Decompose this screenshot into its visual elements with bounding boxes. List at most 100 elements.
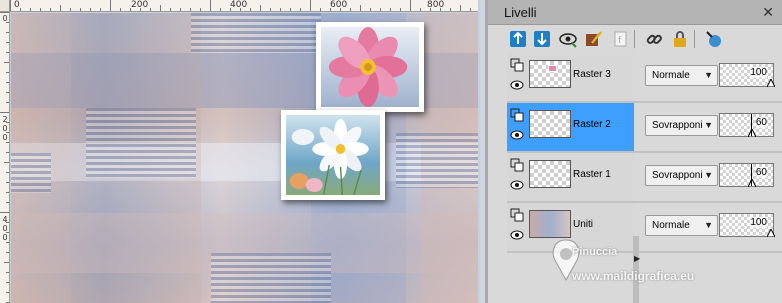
opacity-slider[interactable]: 100 [719,213,775,237]
ruler-tick [6,232,9,233]
ruler-tick [4,162,9,163]
ruler-tick [450,8,451,11]
lock-icon[interactable] [670,29,690,49]
ruler-tick [6,282,9,283]
opacity-slider-handle[interactable] [767,229,775,237]
ruler-tick [120,8,121,11]
visibility-eye-icon[interactable] [510,178,524,192]
white-flower-image[interactable] [281,110,385,200]
watermark-name: Pinuccia [572,246,618,258]
ruler-tick [6,82,9,83]
layer-group-icon[interactable] [510,108,524,122]
ruler-tick [280,8,281,11]
layer-row[interactable]: Raster 3 Normale ▼ 100 [507,53,782,103]
layer-group-icon[interactable] [510,158,524,172]
blend-mode-select[interactable]: Normale ▼ [645,65,718,86]
blend-mode-value: Normale [652,70,690,81]
layers-toolbar: f [488,25,782,53]
chevron-down-icon: ▼ [704,220,713,230]
visibility-toggle-icon[interactable] [558,29,578,49]
chevron-down-icon: ▼ [704,70,713,80]
ruler-tick [100,8,101,11]
app-window: 0 200 400 600 800 0 2 0 0 4 0 0 Livelli … [0,0,782,303]
chevron-down-icon: ▼ [704,170,713,180]
stripe-pattern [396,133,478,188]
opacity-slider-handle[interactable] [767,79,775,87]
opacity-slider[interactable]: 60 [719,113,774,137]
ruler-tick [240,8,241,11]
panel-titlebar[interactable]: Livelli ✕ [488,0,782,25]
delete-layer-icon[interactable] [704,29,724,49]
ruler-tick [340,8,341,11]
layer-thumbnail[interactable] [529,60,571,88]
ruler-tick [6,242,9,243]
ruler-tick [6,42,9,43]
layer-icons [510,208,526,248]
ruler-tick [0,112,9,113]
ruler-tick [330,8,331,11]
ruler-tick [6,192,9,193]
new-raster-layer-icon[interactable] [508,29,528,49]
visibility-eye-icon[interactable] [510,228,524,242]
layer-cell[interactable]: Raster 2 [507,103,634,151]
blend-mode-select[interactable]: Normale ▼ [645,215,718,236]
ruler-tick [6,52,9,53]
ruler-tick [460,5,461,11]
layer-name: Raster 3 [573,69,611,80]
ruler-tick [260,5,261,11]
ruler-tick [6,292,9,293]
layer-row[interactable]: Raster 2 Sovrapponi ▼ 60 [507,103,782,153]
layer-thumbnail[interactable] [529,160,571,188]
ruler-tick [6,132,9,133]
ruler-label: 0 [2,233,8,242]
ruler-tick [40,8,41,11]
new-vector-layer-icon[interactable] [532,29,552,49]
layer-name: Uniti [573,219,594,230]
close-icon[interactable]: ✕ [762,4,774,21]
opacity-value: 100 [750,67,767,78]
image-canvas[interactable] [11,13,478,303]
layer-thumbnail[interactable] [529,110,571,138]
group-layer-icon[interactable]: f [610,29,630,49]
layer-group-icon[interactable] [510,58,524,72]
ruler-tick [6,172,9,173]
opacity-level-line [751,114,752,136]
layer-group-icon[interactable] [510,208,524,222]
watermark-url: www.maildigrafica.eu [572,269,695,283]
ruler-tick [180,8,181,11]
ruler-tick [440,8,441,11]
layer-cell[interactable]: Raster 3 [507,53,634,101]
opacity-slider-handle[interactable] [748,179,756,187]
ruler-corner [0,0,10,12]
ruler-label: 400 [230,0,248,10]
ruler-tick [290,8,291,11]
ruler-tick [110,0,111,11]
blend-mode-select[interactable]: Sovrapponi ▼ [645,165,718,186]
visibility-eye-icon[interactable] [510,78,524,92]
edit-mask-icon[interactable] [584,29,604,49]
ruler-tick [220,8,221,11]
ruler-tick [0,12,9,13]
ruler-tick [360,5,361,11]
ruler-tick [410,0,411,11]
ruler-tick [430,8,431,11]
ruler-tick [6,32,9,33]
ruler-tick [0,212,9,213]
opacity-level-line [751,164,752,186]
pink-flower-image[interactable] [316,22,424,112]
link-icon[interactable] [644,29,664,49]
ruler-tick [210,0,211,11]
visibility-eye-icon[interactable] [510,128,524,142]
ruler-tick [20,8,21,11]
opacity-slider[interactable]: 100 [719,63,775,87]
canvas-area[interactable]: 0 200 400 600 800 0 2 0 0 4 0 0 [0,0,480,303]
opacity-slider[interactable]: 60 [719,163,774,187]
ruler-tick [6,252,9,253]
ruler-tick [200,8,201,11]
layer-row[interactable]: Raster 1 Sovrapponi ▼ 60 [507,153,782,203]
blend-mode-select[interactable]: Sovrapponi ▼ [645,115,718,136]
layer-cell[interactable]: Raster 1 [507,153,634,201]
opacity-slider-handle[interactable] [748,129,756,137]
layer-name: Raster 1 [573,169,611,180]
layer-thumbnail[interactable] [529,210,571,238]
